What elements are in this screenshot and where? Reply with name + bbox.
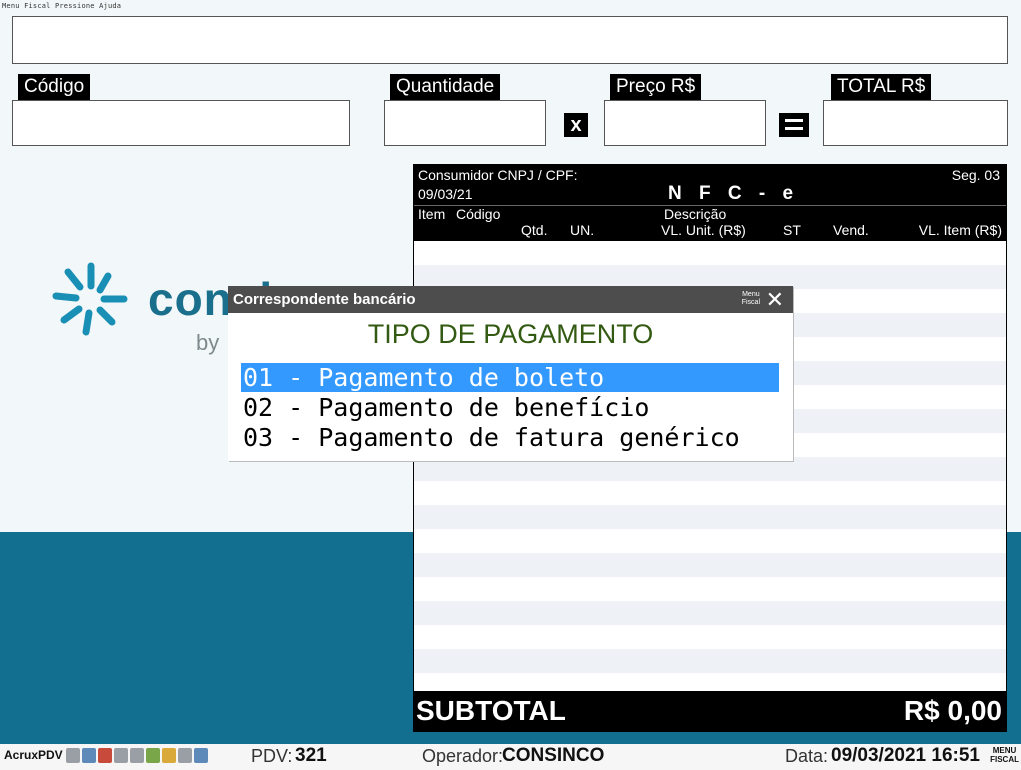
preco-label: Preço R$ (610, 74, 702, 100)
close-icon[interactable]: ✕ (766, 286, 784, 313)
quantidade-label: Quantidade (390, 74, 501, 100)
receipt-title: N F C - e (668, 183, 800, 204)
printer-icon (130, 748, 144, 763)
user-icon (162, 748, 176, 763)
subtotal-label: SUBTOTAL (416, 695, 566, 726)
total-input[interactable] (823, 100, 1008, 146)
col-vl-item: VL. Item (R$) (918, 222, 1002, 238)
receipt-header: Consumidor CNPJ / CPF: Seg. 03 09/03/21 … (414, 165, 1006, 241)
multiply-sign: x (564, 113, 588, 137)
payment-type-dialog: Correspondente bancário Menu Fiscal ✕ TI… (228, 286, 793, 461)
equals-sign (779, 113, 809, 137)
shield-icon (146, 748, 160, 763)
preco-input[interactable] (604, 100, 766, 146)
pdv-label: PDV: (251, 746, 293, 766)
computer-icon (82, 748, 96, 763)
barcode-icon (114, 748, 128, 763)
pdv-value: 321 (295, 745, 327, 766)
option-pagamento-fatura[interactable]: 03 - Pagamento de fatura genérico (241, 423, 779, 452)
operator-value: CONSINCO (502, 745, 605, 766)
app-name: AcruxPDV (4, 748, 63, 762)
tef-icon (194, 748, 208, 763)
col-vend: Vend. (833, 222, 869, 238)
menu-fiscal-button[interactable]: MENU FISCAL (990, 746, 1019, 764)
date-label: Data: (785, 746, 829, 766)
col-codigo: Código (456, 206, 501, 222)
menu-label-1: MENU (992, 746, 1017, 755)
col-item: Item (418, 206, 446, 222)
codigo-input[interactable] (12, 100, 350, 146)
dialog-heading: TIPO DE PAGAMENTO (367, 319, 654, 349)
dialog-menu-label-2: Fiscal (741, 299, 760, 306)
logo-by: by (196, 330, 220, 355)
product-description-field[interactable] (12, 16, 1008, 64)
codigo-label: Código (18, 74, 91, 100)
subtotal-bar: SUBTOTAL R$ 0,00 (414, 691, 1006, 731)
col-qtd: Qtd. (521, 222, 548, 238)
operator-label: Operador: (422, 746, 504, 766)
monitor-icon (98, 748, 112, 763)
option-pagamento-boleto[interactable]: 01 - Pagamento de boleto (241, 363, 779, 392)
status-icons (66, 748, 208, 763)
dialog-menu-fiscal[interactable]: Menu Fiscal (742, 291, 760, 307)
col-un: UN. (570, 222, 595, 238)
date-value: 09/03/2021 16:51 (831, 745, 980, 766)
quantidade-input[interactable] (384, 100, 546, 146)
col-descricao: Descrição (664, 206, 727, 222)
dialog-title-bar: Correspondente bancário Menu Fiscal ✕ (228, 286, 793, 313)
col-st: ST (783, 222, 801, 238)
status-bar: AcruxPDV PDV: 321 Operador: CONSINCO Dat… (0, 744, 1021, 770)
option-pagamento-beneficio[interactable]: 02 - Pagamento de benefício (241, 393, 779, 422)
receipt-date: 09/03/21 (418, 186, 473, 202)
dialog-menu-label-1: Menu (742, 291, 760, 298)
top-strip: Menu Fiscal Pressione Ajuda (2, 2, 122, 10)
dialog-title: Correspondente bancário (233, 291, 416, 308)
consinco-logo-icon (52, 262, 128, 336)
col-vl-unit: VL. Unit. (R$) (661, 222, 746, 238)
total-label: TOTAL R$ (831, 74, 932, 100)
subtotal-value: R$ 0,00 (903, 695, 1002, 726)
seg-label: Seg. 03 (951, 167, 1000, 183)
menu-label-2: FISCAL (990, 755, 1019, 764)
network-icon (66, 748, 80, 763)
scale-icon (178, 748, 192, 763)
consumer-label: Consumidor CNPJ / CPF: (418, 167, 578, 183)
